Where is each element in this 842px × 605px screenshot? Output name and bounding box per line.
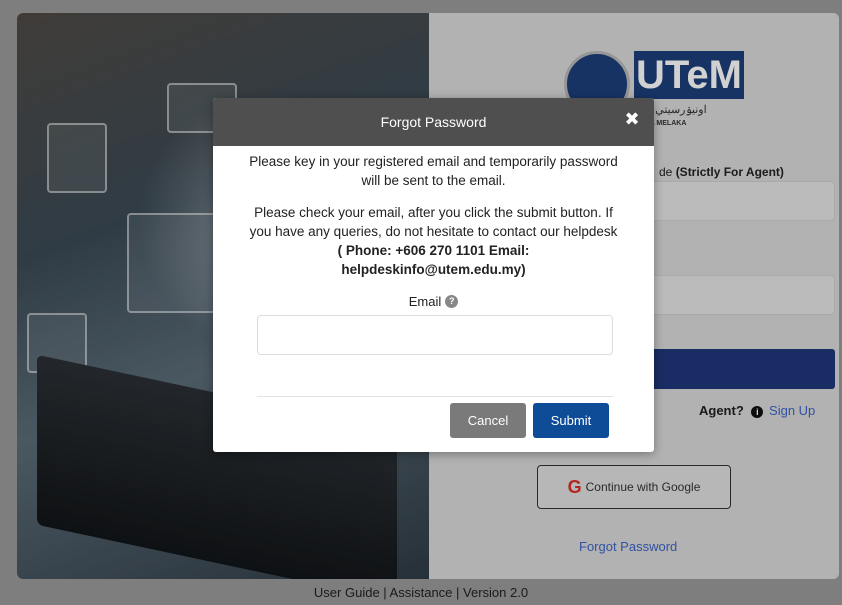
email-label-row: Email ? [249,294,618,309]
question-circle-icon[interactable]: ? [445,295,459,308]
modal-instructions: Please key in your registered email and … [249,154,618,188]
modal-title: Forgot Password [380,114,487,130]
modal-body: Please key in your registered email and … [213,146,654,355]
close-icon[interactable]: ✖ [622,110,642,130]
email-label: Email [408,294,442,309]
forgot-password-modal: Forgot Password ✖ Please key in your reg… [213,98,654,452]
helpdesk-contact: ( Phone: +606 270 1101 Email: helpdeskin… [337,243,530,277]
modal-header: Forgot Password ✖ [213,98,654,146]
modal-helpdesk-info: Please check your email, after you click… [249,203,618,279]
cancel-button[interactable]: Cancel [450,403,526,438]
submit-button[interactable]: Submit [533,403,609,438]
helpdesk-text: Please check your email, after you click… [249,205,618,239]
email-input[interactable] [257,315,613,355]
modal-divider [257,396,613,397]
